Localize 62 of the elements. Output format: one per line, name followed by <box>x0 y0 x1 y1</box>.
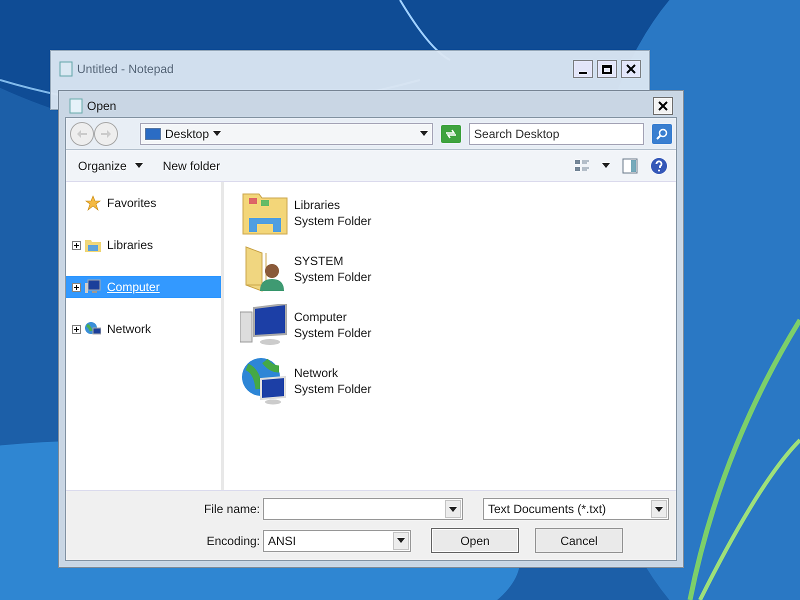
refresh-icon <box>445 128 458 138</box>
expand-icon[interactable] <box>72 282 81 292</box>
back-arrow-icon <box>77 130 87 138</box>
file-type-dropdown[interactable]: Text Documents (*.txt) <box>483 498 669 520</box>
item-name: Computer <box>294 309 348 325</box>
network-globe-icon <box>241 357 289 405</box>
caret-icon <box>134 163 143 168</box>
item-type: System Folder <box>294 269 372 285</box>
encoding-dropdown[interactable]: ANSI <box>263 530 411 552</box>
computer-icon <box>240 304 290 346</box>
expand-icon[interactable] <box>72 324 81 334</box>
item-type: System Folder <box>294 381 372 397</box>
caret-icon <box>213 131 222 136</box>
caret-icon <box>449 506 457 512</box>
folder-item[interactable]: SYSTEM System Folder <box>240 244 676 294</box>
folder-icon <box>85 238 101 252</box>
maximize-button[interactable] <box>597 60 617 78</box>
item-type: System Folder <box>294 213 372 229</box>
monitor-icon <box>85 279 101 295</box>
minimize-button[interactable] <box>573 60 593 78</box>
caret-icon <box>397 538 405 543</box>
close-icon <box>626 64 636 74</box>
notepad-icon <box>59 61 73 77</box>
close-button[interactable] <box>621 60 641 78</box>
dialog-title: Open <box>87 98 116 115</box>
search-field[interactable]: Search Desktop <box>469 122 644 144</box>
folder-item[interactable]: Computer System Folder <box>240 300 676 350</box>
folder-item[interactable]: Network System Folder <box>240 356 676 406</box>
desktop-icon <box>145 128 161 140</box>
close-button[interactable] <box>653 97 673 115</box>
item-name: SYSTEM <box>294 253 344 269</box>
search-button[interactable] <box>652 124 672 144</box>
cancel-button[interactable]: Cancel <box>535 528 623 553</box>
navigation-item[interactable]: Libraries <box>66 234 221 256</box>
caret-icon <box>602 163 610 168</box>
open-button[interactable]: Open <box>431 528 519 553</box>
help-icon[interactable] <box>650 156 668 174</box>
encoding-label: Encoding: <box>206 532 260 550</box>
file-name-field[interactable] <box>263 498 463 520</box>
caret-icon <box>420 131 428 136</box>
navigation-item[interactable]: Network <box>66 318 221 340</box>
view-options-icon[interactable] <box>574 158 590 174</box>
folder-item[interactable]: Libraries System Folder <box>240 188 676 238</box>
notepad-icon <box>69 98 83 114</box>
navigation-item[interactable]: Favorites <box>66 192 221 214</box>
refresh-button[interactable] <box>441 124 462 142</box>
caret-icon <box>655 506 663 512</box>
globe-icon <box>85 321 101 337</box>
new-folder-button[interactable]: New folder <box>158 156 224 174</box>
item-name: Network <box>294 365 340 381</box>
search-icon <box>656 128 668 140</box>
close-icon <box>658 101 668 111</box>
address-bar[interactable]: Desktop <box>140 122 434 144</box>
expand-icon[interactable] <box>72 240 81 250</box>
item-name: Libraries <box>294 197 342 213</box>
file-name-label: File name: <box>202 501 260 518</box>
forward-arrow-icon <box>101 130 111 138</box>
window-title: Untitled - Notepad <box>77 61 174 78</box>
item-type: System Folder <box>294 325 372 341</box>
preview-pane-icon[interactable] <box>622 158 638 174</box>
organize-button[interactable]: Organize <box>74 156 147 174</box>
star-icon <box>85 195 101 211</box>
